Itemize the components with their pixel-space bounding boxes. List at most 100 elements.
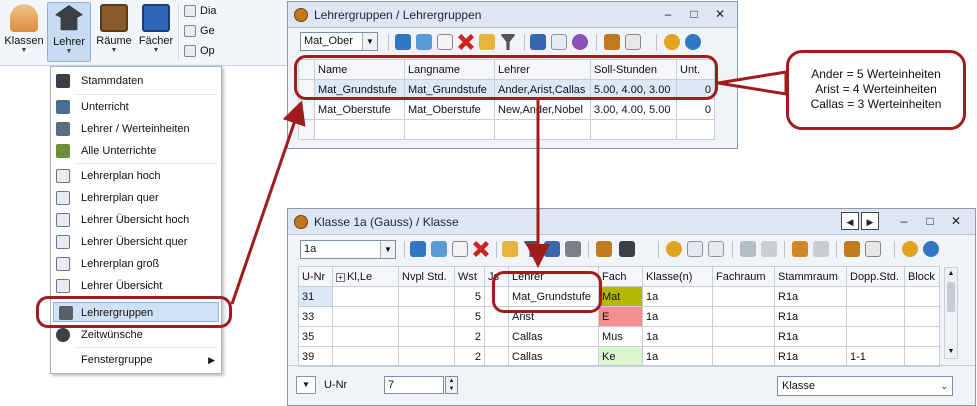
table-cell[interactable]: 5 xyxy=(454,306,485,327)
vertical-scrollbar[interactable]: ▲ ▼ xyxy=(944,267,958,359)
column-header[interactable]: Wst xyxy=(454,266,485,287)
delete-icon[interactable] xyxy=(458,34,474,50)
table-cell[interactable] xyxy=(676,119,715,140)
edit-icon[interactable] xyxy=(844,241,860,257)
copy-icon[interactable] xyxy=(761,241,777,257)
table-cell[interactable]: 3.00, 4.00, 5.00 xyxy=(590,99,677,120)
table-cell[interactable] xyxy=(332,326,399,347)
table-cell[interactable] xyxy=(398,326,455,347)
ribbon-small-item-2[interactable]: Ge xyxy=(184,25,215,38)
subject-cell[interactable]: Ke xyxy=(598,346,643,367)
menu-item-stammdaten[interactable]: Stammdaten xyxy=(51,71,221,91)
table-cell[interactable]: 35 xyxy=(298,326,333,347)
delete-icon[interactable] xyxy=(473,241,489,257)
menu-item-alle-unterrichte[interactable]: Alle Unterrichte xyxy=(51,141,221,161)
chevron-down-icon[interactable]: ▼ xyxy=(362,33,377,50)
table-cell[interactable] xyxy=(846,326,905,347)
table-cell[interactable] xyxy=(332,306,399,327)
column-header[interactable]: Stammraum xyxy=(774,266,847,287)
table-cell[interactable]: Mat_Oberstufe xyxy=(404,99,495,120)
new-record-icon[interactable] xyxy=(410,241,426,257)
menu-item-werteinheiten[interactable]: Lehrer / Werteinheiten xyxy=(51,119,221,139)
table-cell[interactable]: 33 xyxy=(298,306,333,327)
table-cell[interactable]: 1a xyxy=(642,286,713,307)
table-cell[interactable]: 1a xyxy=(642,346,713,367)
table-row-empty[interactable] xyxy=(298,119,715,140)
previous-button[interactable]: ◀ xyxy=(841,212,859,230)
column-header[interactable]: Fach xyxy=(598,266,643,287)
unr-spinner[interactable]: ▲ ▼ xyxy=(445,376,458,394)
table-cell[interactable] xyxy=(904,346,940,367)
group-icon[interactable] xyxy=(572,34,588,50)
chevron-down-icon[interactable]: ▼ xyxy=(380,241,395,258)
column-header[interactable]: Nvpl Std. xyxy=(398,266,455,287)
ribbon-subjects-button[interactable]: Fächer ▼ xyxy=(134,2,178,62)
expand-icon[interactable]: + xyxy=(336,272,345,282)
table-cell[interactable] xyxy=(398,286,455,307)
teacher-icon[interactable] xyxy=(619,241,635,257)
table-cell[interactable]: 2 xyxy=(454,346,485,367)
table-cell[interactable]: Mat_Oberstufe xyxy=(314,99,405,120)
maximize-button[interactable]: □ xyxy=(685,5,703,23)
search-icon[interactable] xyxy=(740,241,756,257)
table-cell[interactable] xyxy=(404,119,495,140)
table-cell[interactable]: 0 xyxy=(676,99,715,120)
table-cell[interactable] xyxy=(712,326,775,347)
menu-item-fenstergruppe[interactable]: Fenstergruppe ▶ xyxy=(51,350,221,370)
table-cell[interactable] xyxy=(846,286,905,307)
table-cell[interactable]: 39 xyxy=(298,346,333,367)
close-button[interactable]: ✕ xyxy=(711,5,729,23)
filter-icon[interactable] xyxy=(523,241,539,257)
list-icon[interactable] xyxy=(431,241,447,257)
table-cell[interactable] xyxy=(904,286,940,307)
table-cell[interactable]: R1a xyxy=(774,326,847,347)
minimize-button[interactable]: – xyxy=(659,5,677,23)
menu-item-zeitwuensche[interactable]: Zeitwünsche xyxy=(51,325,221,345)
edit-icon[interactable] xyxy=(604,34,620,50)
table-row[interactable]: Mat_Oberstufe Mat_Oberstufe New,Ander,No… xyxy=(298,99,715,120)
scroll-up-icon[interactable]: ▲ xyxy=(945,268,957,280)
view-select[interactable]: Klasse ⌄ xyxy=(777,376,953,396)
close-button[interactable]: ✕ xyxy=(947,212,965,230)
new-document-icon[interactable] xyxy=(437,34,453,50)
help-icon[interactable] xyxy=(923,241,939,257)
column-header[interactable]: U-Nr xyxy=(298,266,333,287)
next-button[interactable]: ▶ xyxy=(861,212,879,230)
sort-icon[interactable] xyxy=(502,241,518,257)
table-cell[interactable] xyxy=(712,346,775,367)
table-cell[interactable] xyxy=(484,326,509,347)
column-header[interactable]: Fachraum xyxy=(712,266,775,287)
class-select[interactable]: 1a ▼ xyxy=(300,240,396,259)
table-cell[interactable] xyxy=(590,119,677,140)
print-icon[interactable] xyxy=(625,34,641,50)
table-cell[interactable] xyxy=(904,326,940,347)
table-cell[interactable]: Callas xyxy=(508,326,599,347)
group-select[interactable]: Mat_Ober ▼ xyxy=(300,32,378,51)
table-cell[interactable]: 5 xyxy=(454,286,485,307)
table-cell[interactable] xyxy=(332,286,399,307)
menu-item-lehrerplan-quer[interactable]: Lehrerplan quer xyxy=(51,188,221,208)
calendar-icon[interactable] xyxy=(687,241,703,257)
screen-icon[interactable] xyxy=(813,241,829,257)
ribbon-small-item-3[interactable]: Op xyxy=(184,45,215,58)
scrollbar-thumb[interactable] xyxy=(947,282,955,312)
table-cell[interactable] xyxy=(398,306,455,327)
grid-icon[interactable] xyxy=(708,241,724,257)
menu-item-lehrerplan-gross[interactable]: Lehrerplan groß xyxy=(51,254,221,274)
menu-item-unterricht[interactable]: Unterricht xyxy=(51,97,221,117)
ribbon-classes-button[interactable]: Klassen ▼ xyxy=(2,2,46,62)
sort-az-icon[interactable] xyxy=(530,34,546,50)
column-header[interactable]: + Kl,Le xyxy=(332,266,399,287)
new-document-icon[interactable] xyxy=(452,241,468,257)
new-record-icon[interactable] xyxy=(395,34,411,50)
unr-field[interactable]: 7 xyxy=(384,376,444,394)
table-cell[interactable] xyxy=(712,306,775,327)
row-indicator[interactable] xyxy=(298,119,315,140)
table-cell[interactable]: R1a xyxy=(774,346,847,367)
table-cell[interactable]: New,Ander,Nobel xyxy=(494,99,591,120)
table-cell[interactable] xyxy=(332,346,399,367)
table-row[interactable]: 33 5 Arist E 1a R1a xyxy=(298,306,940,327)
table-cell[interactable]: R1a xyxy=(774,286,847,307)
row-indicator[interactable] xyxy=(298,99,315,120)
table-row[interactable]: 39 2 Callas Ke 1a R1a 1-1 xyxy=(298,346,940,367)
